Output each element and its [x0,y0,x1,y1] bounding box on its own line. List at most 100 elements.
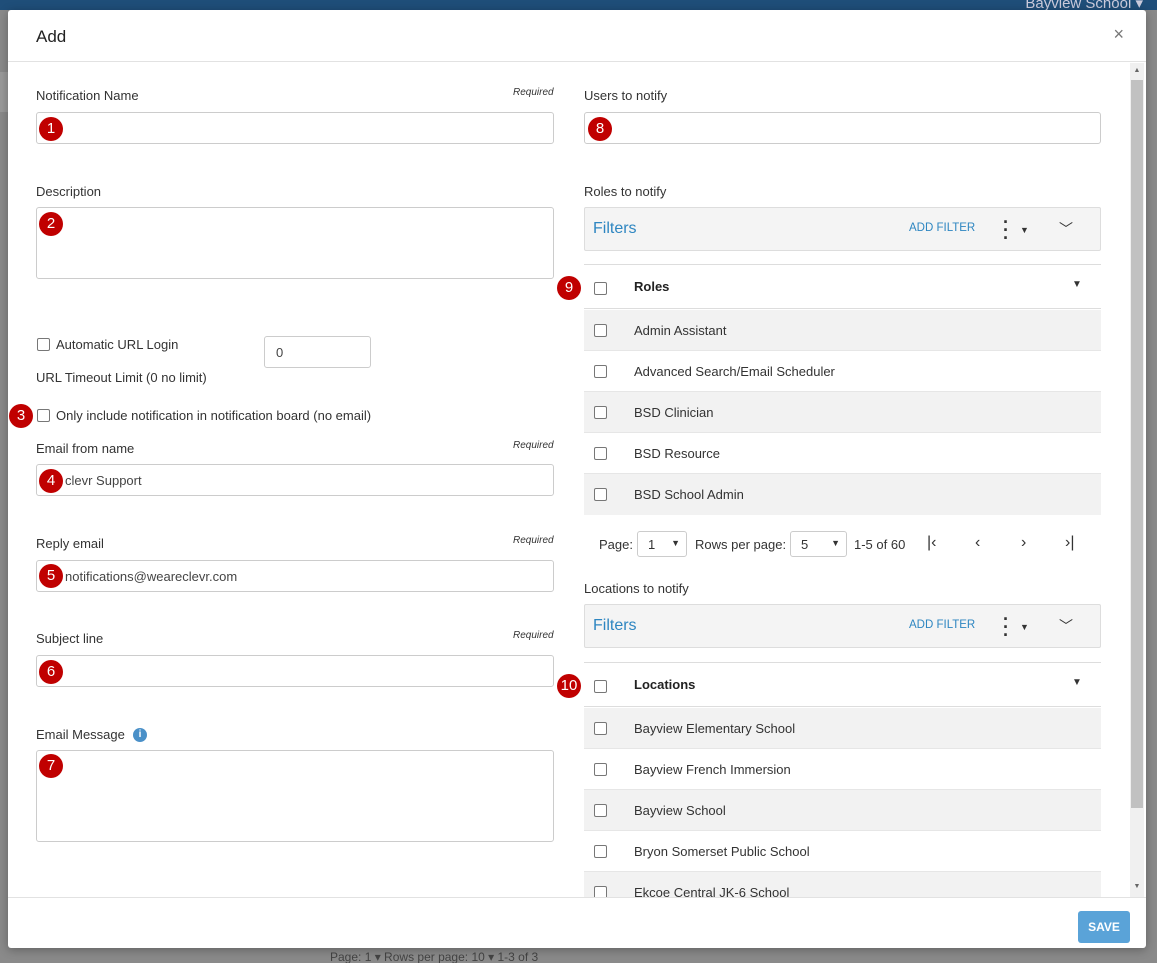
only-notification-board-checkbox[interactable] [37,409,50,422]
background-pager: Page: 1 ▾ Rows per page: 10 ▾ 1-3 of 3 [330,950,539,963]
email-from-name-required: Required [513,440,554,451]
rows-per-page-value: 5 [801,537,809,552]
row-checkbox[interactable] [594,324,607,337]
subject-line-input[interactable] [36,655,554,687]
row-checkbox[interactable] [594,804,607,817]
locations-select-all-checkbox[interactable] [594,680,607,693]
callout-badge-6: 6 [39,660,63,684]
subject-line-required: Required [513,630,554,641]
locations-add-filter-button[interactable]: ADD FILTER [909,619,975,631]
last-page-icon[interactable]: ›| [1065,534,1074,552]
location-name: Bryon Somerset Public School [634,844,810,859]
notification-name-required: Required [513,87,554,98]
first-page-icon[interactable]: |‹ [927,534,936,552]
email-from-name-input[interactable]: clevr Support [36,464,554,496]
table-row[interactable]: Ekcoe Central JK-6 School [584,872,1101,897]
page-range: 1-5 of 60 [854,537,906,552]
reply-email-required: Required [513,535,554,546]
table-row[interactable]: BSD Resource [584,433,1101,474]
description-textarea[interactable] [36,207,554,279]
locations-expand-chevron-icon[interactable]: ﹀ [1059,616,1073,636]
background-top-bar: Bayview School ▾ [0,0,1157,12]
url-timeout-label: URL Timeout Limit (0 no limit) [36,370,207,385]
reply-email-input[interactable]: notifications@weareclevr.com [36,560,554,592]
close-icon[interactable]: × [1113,24,1124,45]
users-to-notify-label: Users to notify [584,88,668,103]
row-checkbox[interactable] [594,722,607,735]
notification-name-label: Notification Name [36,88,139,103]
row-checkbox[interactable] [594,886,607,897]
table-row[interactable]: Bryon Somerset Public School [584,831,1101,872]
scroll-down-arrow-icon[interactable]: ▼ [1133,883,1141,891]
location-name: Bayview School [634,803,726,818]
table-row[interactable]: BSD Clinician [584,392,1101,433]
table-row[interactable]: BSD School Admin [584,474,1101,515]
table-row[interactable]: Bayview School [584,790,1101,831]
previous-page-icon[interactable]: ‹ [975,534,980,552]
notification-name-input[interactable] [36,112,554,144]
callout-badge-5: 5 [39,564,63,588]
rows-per-page-label: Rows per page: [695,537,787,552]
callout-badge-8: 8 [588,117,612,141]
roles-sort-caret-icon[interactable]: ▼ [1072,279,1082,290]
subject-line-label: Subject line [36,631,104,646]
callout-badge-9: 9 [557,276,581,300]
role-name: Advanced Search/Email Scheduler [634,364,835,379]
info-icon[interactable]: i [133,728,147,742]
role-name: BSD Resource [634,446,720,461]
roles-more-options-icon[interactable]: · · · [1003,213,1009,247]
locations-to-notify-label: Locations to notify [584,581,689,596]
callout-badge-7: 7 [39,754,63,778]
roles-options-caret-icon[interactable]: ▼ [1020,225,1029,235]
row-checkbox[interactable] [594,488,607,501]
email-message-textarea[interactable] [36,750,554,842]
locations-options-caret-icon[interactable]: ▼ [1020,622,1029,632]
row-checkbox[interactable] [594,406,607,419]
roles-to-notify-label: Roles to notify [584,184,667,199]
roles-table-header: Roles ▼ [584,264,1101,309]
scroll-up-arrow-icon[interactable]: ▲ [1133,67,1141,75]
table-row[interactable]: Bayview Elementary School [584,708,1101,749]
background-left-tab [0,72,8,112]
users-to-notify-input[interactable] [584,112,1101,144]
roles-filters-title: Filters [593,220,637,237]
role-name: Admin Assistant [634,323,727,338]
roles-expand-chevron-icon[interactable]: ﹀ [1059,219,1073,239]
roles-pager: Page: 1 ▼ Rows per page: 5 ▼ 1-5 of 60 |… [599,531,1099,557]
page-select-value: 1 [648,537,656,552]
location-name: Ekcoe Central JK-6 School [634,885,790,897]
scrollbar-thumb[interactable] [1131,80,1143,808]
page-select[interactable]: 1 ▼ [637,531,687,557]
next-page-icon[interactable]: › [1021,534,1026,552]
row-checkbox[interactable] [594,763,607,776]
save-button[interactable]: SAVE [1078,911,1130,943]
modal-title: Add [36,27,67,46]
modal-header: Add × [8,10,1146,62]
roles-column-header[interactable]: Roles [634,279,669,294]
roles-filter-bar: Filters ADD FILTER · · · ▼ ﹀ [584,207,1101,251]
location-name: Bayview French Immersion [634,762,791,777]
table-row[interactable]: Advanced Search/Email Scheduler [584,351,1101,392]
row-checkbox[interactable] [594,447,607,460]
table-row[interactable]: Bayview French Immersion [584,749,1101,790]
modal-scrollbar[interactable]: ▲ ▼ [1130,63,1144,897]
modal-body: Notification Name Required 1 Description… [8,63,1146,897]
locations-column-header[interactable]: Locations [634,677,695,692]
automatic-url-login-label: Automatic URL Login [56,337,179,352]
reply-email-label: Reply email [36,536,104,551]
row-checkbox[interactable] [594,845,607,858]
rows-per-page-select[interactable]: 5 ▼ [790,531,847,557]
locations-sort-caret-icon[interactable]: ▼ [1072,677,1082,688]
table-row[interactable]: Admin Assistant [584,310,1101,351]
chevron-down-icon: ▼ [671,538,680,548]
roles-add-filter-button[interactable]: ADD FILTER [909,222,975,234]
callout-badge-10: 10 [557,674,581,698]
url-timeout-input[interactable]: 0 [264,336,371,368]
row-checkbox[interactable] [594,365,607,378]
chevron-down-icon: ▼ [831,538,840,548]
roles-select-all-checkbox[interactable] [594,282,607,295]
locations-more-options-icon[interactable]: · · · [1003,610,1009,644]
automatic-url-login-checkbox[interactable] [37,338,50,351]
email-from-name-label: Email from name [36,441,135,456]
locations-filters-title: Filters [593,617,637,634]
